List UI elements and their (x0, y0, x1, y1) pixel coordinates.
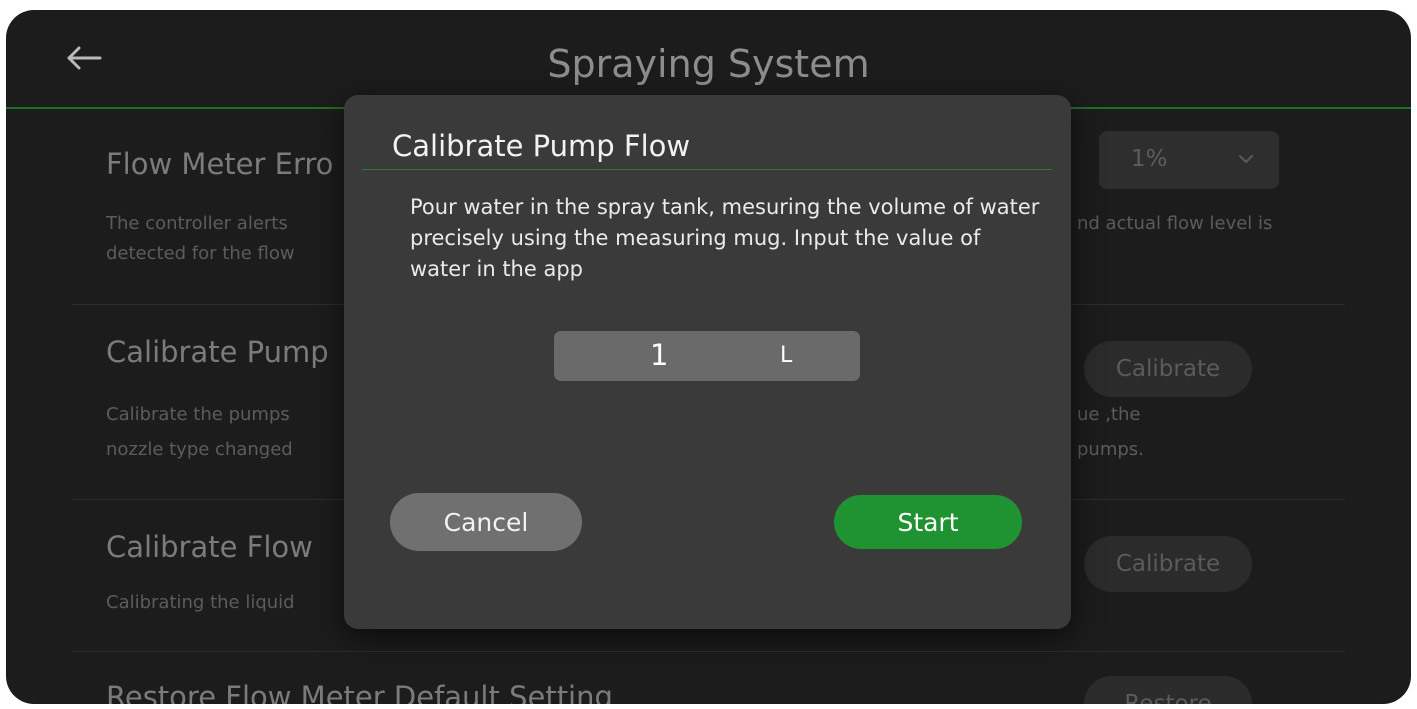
section-title: Restore Flow Meter Default Setting (106, 680, 613, 704)
cancel-button[interactable]: Cancel (390, 493, 582, 551)
section-desc-right-line-1: ue ,the (1077, 404, 1141, 425)
section-desc-line-1: Calibrate the pumps (106, 404, 290, 425)
section-title: Calibrate Flow (106, 530, 313, 564)
section-desc-line-2: nozzle type changed (106, 439, 293, 460)
section-title: Flow Meter Erro (106, 147, 334, 181)
calibrate-pump-flow-dialog: Calibrate Pump Flow Pour water in the sp… (344, 95, 1071, 629)
calibrate-flow-button[interactable]: Calibrate (1084, 536, 1252, 592)
page-title: Spraying System (547, 42, 870, 86)
water-volume-unit: L (780, 343, 793, 368)
app-screen: Spraying System Flow Meter Erro The cont… (6, 10, 1411, 704)
restore-button[interactable]: Restore (1084, 676, 1252, 704)
water-volume-value: 1 (650, 338, 669, 372)
section-title: Calibrate Pump (106, 335, 329, 369)
section-desc-line-1: Calibrating the liquid (106, 592, 295, 613)
calibrate-pump-button[interactable]: Calibrate (1084, 341, 1252, 397)
dialog-divider (362, 169, 1052, 170)
section-desc-line-1: The controller alerts (106, 213, 288, 234)
section-desc-right-line-1: nd actual flow level is (1077, 213, 1273, 234)
chevron-down-icon (1237, 148, 1255, 174)
section-desc-line-2: detected for the flow (106, 243, 295, 264)
section-desc-right-line-2: pumps. (1077, 439, 1144, 460)
restore-section: Restore Flow Meter Default Setting Resto… (72, 651, 1345, 704)
select-value: 1% (1131, 146, 1168, 172)
dialog-message: Pour water in the spray tank, mesuring t… (410, 195, 1040, 281)
water-volume-input[interactable]: 1 L (554, 331, 860, 381)
error-threshold-select[interactable]: 1% (1099, 131, 1279, 189)
dialog-title: Calibrate Pump Flow (392, 129, 691, 163)
start-button[interactable]: Start (834, 495, 1022, 549)
